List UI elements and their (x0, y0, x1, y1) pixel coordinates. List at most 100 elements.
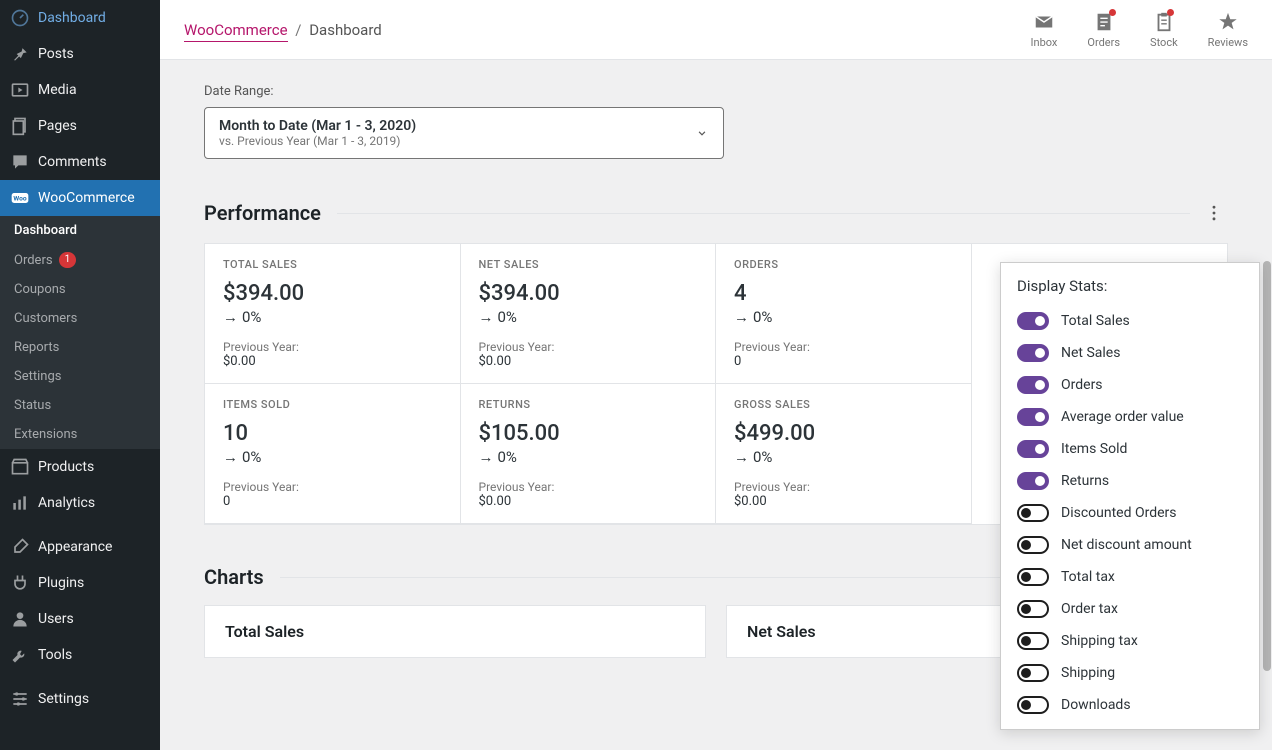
toggle-switch[interactable] (1017, 568, 1049, 586)
perf-card-total-sales[interactable]: TOTAL SALES$394.00→ 0%Previous Year:$0.0… (205, 244, 461, 384)
topbar-reviews[interactable]: Reviews (1208, 11, 1248, 49)
plug-icon (10, 573, 30, 593)
divider (337, 213, 1190, 214)
toggle-shipping-tax[interactable]: Shipping tax (1001, 625, 1259, 657)
breadcrumb-link[interactable]: WooCommerce (184, 21, 288, 42)
sidebar-item-woocommerce[interactable]: Woo WooCommerce (0, 180, 160, 216)
toggle-switch[interactable] (1017, 600, 1049, 618)
sidebar-sub-reports[interactable]: Reports (0, 333, 160, 362)
toggle-switch[interactable] (1017, 536, 1049, 554)
toggle-switch[interactable] (1017, 472, 1049, 490)
sidebar-item-pages[interactable]: Pages (0, 108, 160, 144)
toggle-switch[interactable] (1017, 504, 1049, 522)
perf-delta: → 0% (223, 448, 442, 466)
toggle-switch[interactable] (1017, 408, 1049, 426)
toggle-returns[interactable]: Returns (1001, 465, 1259, 497)
woo-icon: Woo (10, 188, 30, 208)
perf-card-gross-sales[interactable]: GROSS SALES$499.00→ 0%Previous Year:$0.0… (716, 384, 972, 524)
toggle-switch[interactable] (1017, 664, 1049, 682)
pages-icon (10, 116, 30, 136)
sidebar-item-appearance[interactable]: Appearance (0, 529, 160, 565)
sidebar-label: Products (38, 459, 94, 475)
perf-value: 10 (223, 421, 442, 446)
perf-card-net-sales[interactable]: NET SALES$394.00→ 0%Previous Year:$0.00 (461, 244, 717, 384)
perf-label: GROSS SALES (734, 398, 953, 411)
topbar-orders[interactable]: Orders (1087, 11, 1120, 49)
toggle-switch[interactable] (1017, 440, 1049, 458)
arrow-right-icon: → (479, 308, 494, 326)
date-range-line1: Month to Date (Mar 1 - 3, 2020) (219, 118, 416, 134)
performance-menu-button[interactable] (1200, 199, 1228, 227)
sidebar-item-analytics[interactable]: Analytics (0, 485, 160, 521)
brush-icon (10, 537, 30, 557)
perf-prev-label: Previous Year: (223, 480, 442, 494)
admin-sidebar: Dashboard Posts Media PagesComments Woo Woo… (0, 0, 160, 750)
arrow-right-icon: → (223, 308, 238, 326)
notification-dot (1109, 9, 1116, 16)
toggle-order-tax[interactable]: Order tax (1001, 593, 1259, 625)
notification-dot (1167, 9, 1174, 16)
toggle-total-sales[interactable]: Total Sales (1001, 305, 1259, 337)
toggle-switch[interactable] (1017, 344, 1049, 362)
perf-delta: → 0% (223, 308, 442, 326)
toggle-label: Total tax (1061, 569, 1115, 585)
sidebar-sub-label: Dashboard (14, 223, 77, 238)
gauge-icon (10, 8, 30, 28)
perf-prev-value: 0 (734, 354, 953, 369)
chart-icon (10, 493, 30, 513)
toggle-total-tax[interactable]: Total tax (1001, 561, 1259, 593)
sidebar-sub-coupons[interactable]: Coupons (0, 275, 160, 304)
sidebar-label: Dashboard (38, 10, 106, 26)
sidebar-item-posts[interactable]: Posts (0, 36, 160, 72)
date-range-picker[interactable]: Month to Date (Mar 1 - 3, 2020) vs. Prev… (204, 107, 724, 159)
toggle-items-sold[interactable]: Items Sold (1001, 433, 1259, 465)
perf-card-returns[interactable]: RETURNS$105.00→ 0%Previous Year:$0.00 (461, 384, 717, 524)
sidebar-sub-label: Status (14, 398, 51, 413)
toggle-discounted-orders[interactable]: Discounted Orders (1001, 497, 1259, 529)
perf-prev-label: Previous Year: (734, 480, 953, 494)
toggle-label: Total Sales (1061, 313, 1130, 329)
sidebar-label: Plugins (38, 575, 84, 591)
toggle-net-discount-amount[interactable]: Net discount amount (1001, 529, 1259, 561)
sidebar-item-comments[interactable]: Comments (0, 144, 160, 180)
sidebar-sub-customers[interactable]: Customers (0, 304, 160, 333)
sidebar-item-users[interactable]: Users (0, 601, 160, 637)
perf-card-items-sold[interactable]: ITEMS SOLD10→ 0%Previous Year:0 (205, 384, 461, 524)
sidebar-item-settings[interactable]: Settings (0, 681, 160, 717)
sidebar-sub-extensions[interactable]: Extensions (0, 420, 160, 449)
sidebar-item-plugins[interactable]: Plugins (0, 565, 160, 601)
sidebar-sub-settings[interactable]: Settings (0, 362, 160, 391)
perf-card-orders[interactable]: ORDERS4→ 0%Previous Year:0 (716, 244, 972, 384)
display-stats-popover: Display Stats: Total SalesNet SalesOrder… (1000, 262, 1260, 730)
toggle-switch[interactable] (1017, 376, 1049, 394)
topbar-inbox[interactable]: Inbox (1031, 11, 1058, 49)
badge: 1 (59, 252, 77, 268)
chart-card-total-sales[interactable]: Total Sales (204, 605, 706, 658)
toggle-shipping[interactable]: Shipping (1001, 657, 1259, 689)
perf-prev-value: 0 (223, 494, 442, 509)
sidebar-sub-label: Coupons (14, 282, 66, 297)
scrollbar[interactable] (1262, 260, 1272, 740)
sidebar-item-products[interactable]: Products (0, 449, 160, 485)
wrench-icon (10, 645, 30, 665)
perf-delta: → 0% (734, 448, 953, 466)
toggle-average-order-value[interactable]: Average order value (1001, 401, 1259, 433)
sidebar-item-media[interactable]: Media (0, 72, 160, 108)
sidebar-sub-dashboard[interactable]: Dashboard (0, 216, 160, 245)
toggle-switch[interactable] (1017, 696, 1049, 714)
sidebar-label: Media (38, 82, 77, 98)
perf-value: $499.00 (734, 421, 953, 446)
toggle-switch[interactable] (1017, 312, 1049, 330)
sidebar-sub-orders[interactable]: Orders1 (0, 245, 160, 275)
sidebar-sub-status[interactable]: Status (0, 391, 160, 420)
toggle-switch[interactable] (1017, 632, 1049, 650)
toggle-orders[interactable]: Orders (1001, 369, 1259, 401)
perf-value: $394.00 (479, 281, 698, 306)
toggle-downloads[interactable]: Downloads (1001, 689, 1259, 721)
topbar-stock[interactable]: Stock (1150, 11, 1178, 49)
perf-delta: → 0% (479, 308, 698, 326)
sidebar-item-dashboard[interactable]: Dashboard (0, 0, 160, 36)
toggle-net-sales[interactable]: Net Sales (1001, 337, 1259, 369)
perf-label: RETURNS (479, 398, 698, 411)
sidebar-item-tools[interactable]: Tools (0, 637, 160, 673)
